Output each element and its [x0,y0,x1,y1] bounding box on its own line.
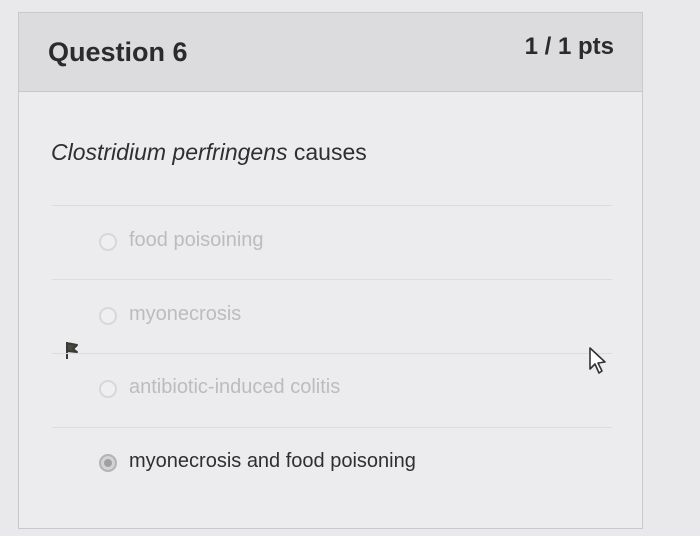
question-prompt-text: causes [287,139,367,165]
answer-label-2: myonecrosis [129,303,242,325]
answer-option-4[interactable]: myonecrosis and food poisoning [52,427,612,500]
answer-label-3: antibiotic-induced colitis [129,376,341,398]
answer-radio-2[interactable] [99,307,117,325]
answer-option-2[interactable]: myonecrosis [52,279,612,359]
answer-label-4: myonecrosis and food poisoning [129,450,416,472]
question-prompt: Clostridium perfringens causes [51,139,367,166]
question-title: Question 6 [48,37,188,67]
mouse-cursor-icon [589,347,606,374]
answer-label-1: food poisoining [129,229,264,251]
answer-option-3[interactable]: antibiotic-induced colitis [52,353,612,426]
answer-option-1[interactable]: food poisoining [52,205,612,278]
question-points: 1 / 1 pts [524,33,614,60]
answer-radio-1[interactable] [99,233,117,251]
answer-radio-3[interactable] [99,380,117,398]
question-prompt-species: Clostridium perfringens [51,139,288,165]
answer-radio-4[interactable] [99,454,117,472]
quiz-question-card: Question 6 1 / 1 pts Clostridium perfrin… [18,12,643,529]
question-header: Question 6 1 / 1 pts [19,13,642,92]
